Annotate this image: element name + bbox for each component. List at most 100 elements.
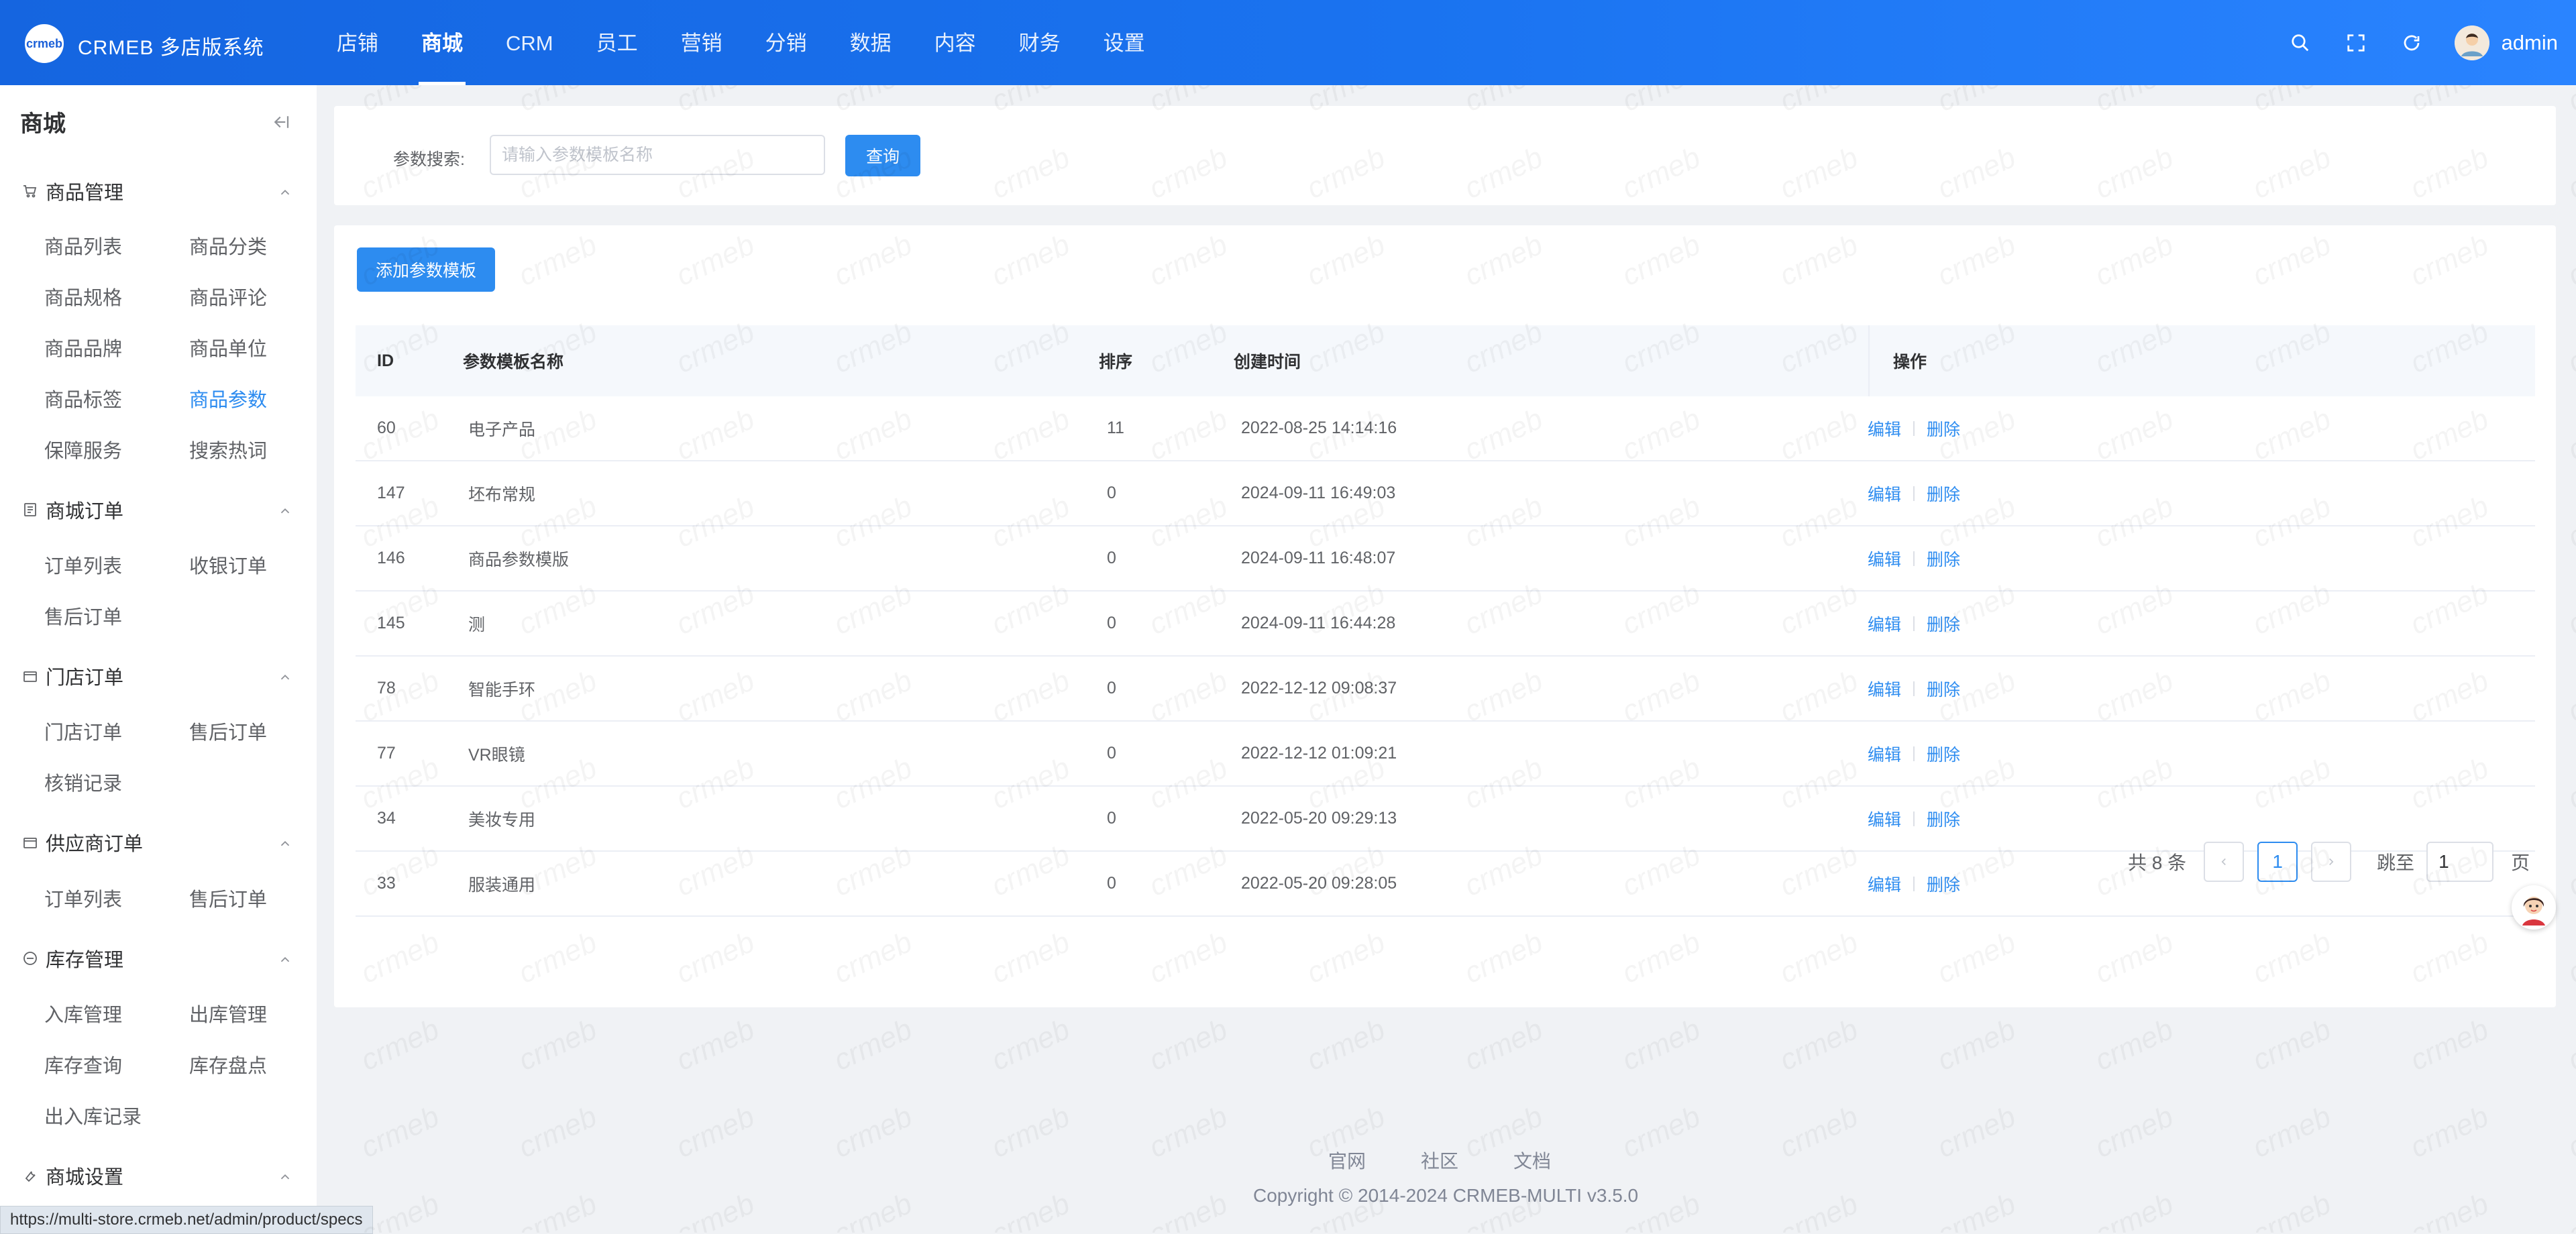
query-button[interactable]: 查询	[845, 135, 920, 176]
edit-link[interactable]: 编辑	[1868, 612, 1901, 636]
cell-sort: 0	[1107, 809, 1116, 828]
col-header-name: 参数模板名称	[463, 353, 564, 372]
nav-item-content[interactable]: 内容	[913, 0, 998, 85]
sidebar-item-store-orders[interactable]: 门店订单	[44, 717, 122, 745]
sidebar-item-stock-query[interactable]: 库存查询	[44, 1050, 122, 1078]
cell-name: 美妆专用	[468, 810, 536, 830]
watermark-text: crmeb	[2563, 664, 2576, 728]
col-header-op: 操作	[1893, 353, 1927, 372]
edit-link[interactable]: 编辑	[1868, 416, 1901, 441]
sidebar-item-product-spec[interactable]: 商品规格	[44, 282, 122, 311]
sidebar-item-verify-records[interactable]: 核销记录	[44, 768, 122, 796]
delete-link[interactable]: 删除	[1927, 482, 1960, 506]
delete-link[interactable]: 删除	[1927, 612, 1960, 636]
edit-link[interactable]: 编辑	[1868, 742, 1901, 766]
sidebar-item-store-aftersale[interactable]: 售后订单	[189, 717, 267, 745]
edit-link[interactable]: 编辑	[1868, 807, 1901, 831]
cell-name: VR眼镜	[468, 745, 525, 765]
sidebar-item-product-category[interactable]: 商品分类	[189, 231, 267, 260]
nav-item-marketing[interactable]: 营销	[659, 0, 744, 85]
sidebar-item-product-review[interactable]: 商品评论	[189, 282, 267, 311]
sidebar-item-product-tag[interactable]: 商品标签	[44, 384, 122, 412]
user-name[interactable]: admin	[2502, 31, 2558, 55]
nav-item-data[interactable]: 数据	[828, 0, 913, 85]
goto-page-input[interactable]	[2426, 842, 2494, 882]
sidebar-item-stock-check[interactable]: 库存盘点	[189, 1050, 267, 1078]
delete-link[interactable]: 删除	[1927, 416, 1960, 441]
sidebar-group-inventory: 库存管理	[0, 938, 317, 978]
collapse-sidebar-icon[interactable]	[271, 112, 291, 132]
nav-item-mall[interactable]: 商城	[400, 0, 484, 85]
sidebar-item-order-list[interactable]: 订单列表	[44, 551, 122, 579]
search-input[interactable]	[490, 135, 825, 175]
brand-logo[interactable]: crmeb	[25, 24, 64, 63]
action-divider	[1913, 420, 1915, 436]
sidebar-item-product-params[interactable]: 商品参数	[189, 384, 267, 412]
footer-link-official[interactable]: 官网	[1328, 1147, 1366, 1174]
sidebar-item-cashier-orders[interactable]: 收银订单	[189, 551, 267, 579]
prev-page-button[interactable]	[2204, 842, 2245, 882]
nav-item-settings[interactable]: 设置	[1082, 0, 1167, 85]
sidebar-item-product-list[interactable]: 商品列表	[44, 231, 122, 260]
edit-link[interactable]: 编辑	[1868, 872, 1901, 896]
nav-item-finance[interactable]: 财务	[998, 0, 1082, 85]
sidebar-item-product-unit[interactable]: 商品单位	[189, 333, 267, 361]
sidebar-item-product-brand[interactable]: 商品品牌	[44, 333, 122, 361]
inventory-icon	[21, 950, 39, 967]
watermark-text: crmeb	[1933, 1100, 2021, 1164]
refresh-icon[interactable]	[2399, 30, 2424, 56]
delete-link[interactable]: 删除	[1927, 807, 1960, 831]
page-number-button[interactable]: 1	[2257, 842, 2298, 882]
watermark-text: crmeb	[1144, 1013, 1233, 1077]
sidebar-item-stock-in[interactable]: 入库管理	[44, 999, 122, 1027]
sidebar-group-head-mall-orders[interactable]: 商城订单	[0, 490, 317, 530]
edit-link[interactable]: 编辑	[1868, 547, 1901, 571]
watermark-text: crmeb	[1144, 1100, 1233, 1164]
nav-item-crm[interactable]: CRM	[484, 0, 575, 85]
nav-item-store[interactable]: 店铺	[315, 0, 400, 85]
sidebar-group-head-product[interactable]: 商品管理	[0, 171, 317, 211]
user-avatar[interactable]	[2454, 25, 2489, 60]
footer-link-community[interactable]: 社区	[1421, 1147, 1458, 1174]
next-page-button[interactable]	[2311, 842, 2352, 882]
delete-link[interactable]: 删除	[1927, 547, 1960, 571]
delete-link[interactable]: 删除	[1927, 742, 1960, 766]
pagination: 共 8 条 1 跳至 页	[2128, 840, 2530, 883]
pagination-total: 共 8 条	[2128, 852, 2187, 873]
sidebar-group-head-mall-settings[interactable]: 商城设置	[0, 1156, 317, 1196]
customer-service-avatar[interactable]	[2512, 885, 2556, 930]
nav-item-distribution[interactable]: 分销	[744, 0, 828, 85]
footer-link-docs[interactable]: 文档	[1513, 1147, 1551, 1174]
sidebar-group-label: 商城设置	[46, 1167, 124, 1188]
top-toolbar: admin	[2288, 0, 2576, 85]
search-icon[interactable]	[2288, 30, 2313, 56]
add-param-template-button[interactable]: 添加参数模板	[357, 247, 495, 292]
sidebar-group-head-supplier-orders[interactable]: 供应商订单	[0, 822, 317, 862]
sidebar-item-supplier-order-list[interactable]: 订单列表	[44, 884, 122, 912]
watermark-text: crmeb	[672, 1100, 760, 1164]
edit-link[interactable]: 编辑	[1868, 482, 1901, 506]
sidebar-item-guarantee[interactable]: 保障服务	[44, 435, 122, 463]
sidebar-group-head-store-orders[interactable]: 门店订单	[0, 656, 317, 696]
sidebar-item-supplier-aftersale[interactable]: 售后订单	[189, 884, 267, 912]
sidebar-item-stock-records[interactable]: 出入库记录	[44, 1101, 142, 1129]
page-unit-label: 页	[2511, 852, 2530, 873]
watermark-text: crmeb	[829, 1100, 918, 1164]
action-divider	[1913, 876, 1915, 891]
nav-item-staff[interactable]: 员工	[575, 0, 659, 85]
cell-sort: 0	[1107, 549, 1116, 567]
fullscreen-icon[interactable]	[2343, 30, 2369, 56]
cell-sort: 0	[1107, 484, 1116, 502]
cell-id: 33	[377, 874, 396, 893]
edit-link[interactable]: 编辑	[1868, 677, 1901, 701]
cell-actions: 编辑 删除	[1868, 807, 1960, 831]
delete-link[interactable]: 删除	[1927, 872, 1960, 896]
chevron-left-icon	[2221, 858, 2226, 866]
cell-time: 2022-12-12 01:09:21	[1241, 744, 1397, 763]
browser-status-url: https://multi-store.crmeb.net/admin/prod…	[0, 1206, 373, 1234]
delete-link[interactable]: 删除	[1927, 677, 1960, 701]
sidebar-item-hot-search[interactable]: 搜索热词	[189, 435, 267, 463]
sidebar-item-aftersale-orders[interactable]: 售后订单	[44, 602, 122, 630]
sidebar-item-stock-out[interactable]: 出库管理	[189, 999, 267, 1027]
sidebar-group-head-inventory[interactable]: 库存管理	[0, 938, 317, 978]
